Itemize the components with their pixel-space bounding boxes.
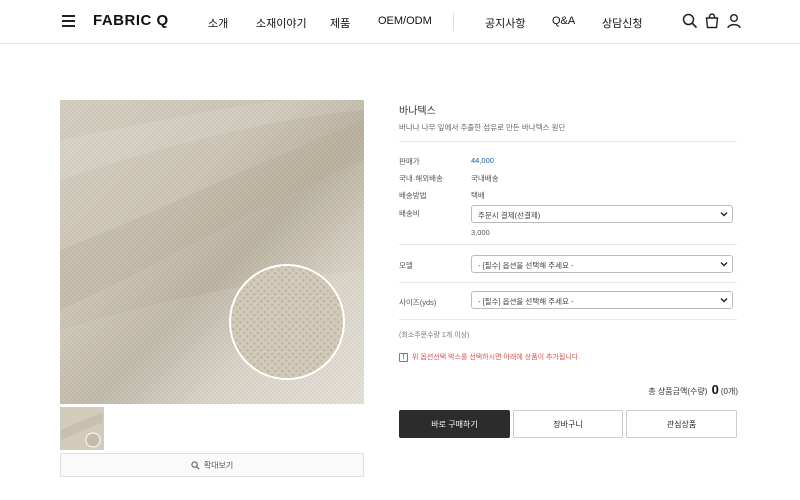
zoom-button[interactable]: 확대보기 [60, 453, 364, 477]
divider [399, 244, 737, 245]
option-notice: ! 위 옵션선택 박스를 선택하시면 아래에 상품이 추가됩니다. [399, 352, 580, 362]
nav-item-intro[interactable]: 소개 [208, 15, 228, 31]
total-value: 0 [711, 382, 719, 397]
total-count: (0개) [720, 387, 738, 396]
size-label: 사이즈(yds) [399, 298, 437, 307]
product-thumbnail[interactable] [60, 407, 104, 450]
zoom-label: 확대보기 [203, 460, 234, 470]
total-amount: 총 상품금액(수량) 0 (0개) [648, 382, 738, 397]
shopping-bag-icon[interactable] [704, 13, 720, 29]
shipping-fee-label: 배송비 [399, 209, 420, 218]
nav-item-material-story[interactable]: 소재이야기 [256, 15, 307, 31]
chevron-down-icon [720, 212, 728, 217]
nav-item-oem-odm[interactable]: OEM/ODM [378, 15, 432, 27]
product-title: 바나텍스 [399, 106, 436, 117]
size-select-value: - [필수] 옵션을 선택해 주세요 - [478, 297, 574, 306]
divider [399, 141, 737, 142]
shipping-fee-select[interactable]: 주문시 결제(선결제) [471, 205, 733, 223]
site-logo[interactable]: FABRIC Q [93, 12, 169, 29]
shipping-method-label: 배송방법 [399, 191, 427, 200]
total-label: 총 상품금액(수량) [648, 387, 708, 396]
nav-divider [453, 13, 454, 31]
add-to-cart-button[interactable]: 장바구니 [513, 410, 623, 438]
price-value: 44,000 [471, 156, 494, 165]
search-icon[interactable] [682, 13, 698, 29]
nav-item-consultation[interactable]: 상담신청 [602, 15, 642, 31]
alert-icon: ! [399, 352, 408, 362]
buy-now-button[interactable]: 바로 구매하기 [399, 410, 510, 438]
model-label: 모델 [399, 261, 413, 270]
menu-icon[interactable] [62, 15, 75, 27]
chevron-down-icon [720, 262, 728, 267]
model-select[interactable]: - [필수] 옵션을 선택해 주세요 - [471, 255, 733, 273]
wishlist-button[interactable]: 관심상품 [626, 410, 737, 438]
site-header: FABRIC Q 소개 소재이야기 제품 OEM/ODM 공지사항 Q&A 상담… [0, 0, 800, 44]
shipping-region-label: 국내·해외배송 [399, 174, 443, 183]
shipping-fee-amount: 3,000 [471, 228, 490, 237]
option-notice-text: 위 옵션선택 박스를 선택하시면 아래에 상품이 추가됩니다. [412, 354, 581, 361]
magnifier-icon [191, 460, 200, 469]
product-main-image [60, 100, 364, 404]
nav-item-qna[interactable]: Q&A [552, 15, 575, 27]
nav-item-notice[interactable]: 공지사항 [485, 15, 525, 31]
divider [399, 319, 737, 320]
shipping-region-value: 국내배송 [471, 174, 499, 183]
min-order-qty: (최소주문수량 1개 이상) [399, 332, 470, 339]
size-select[interactable]: - [필수] 옵션을 선택해 주세요 - [471, 291, 733, 309]
model-select-value: - [필수] 옵션을 선택해 주세요 - [478, 261, 574, 270]
price-label: 판매가 [399, 157, 420, 166]
product-subtitle: 바나나 나무 잎에서 추출한 섬유로 만든 바나텍스 원단 [399, 123, 566, 132]
nav-item-products[interactable]: 제품 [330, 15, 350, 31]
shipping-fee-select-value: 주문시 결제(선결제) [478, 211, 541, 220]
chevron-down-icon [720, 298, 728, 303]
divider [399, 282, 737, 283]
user-icon[interactable] [726, 13, 742, 29]
shipping-method-value: 택배 [471, 191, 485, 200]
